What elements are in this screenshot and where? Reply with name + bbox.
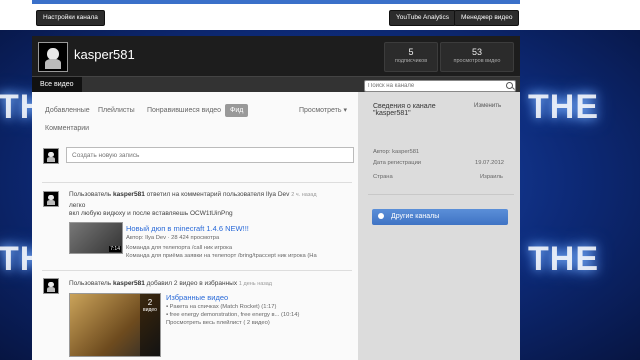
channel-search bbox=[364, 80, 516, 92]
favorites-item-2[interactable]: ▪ free energy demonstration, free energy… bbox=[166, 312, 299, 318]
subscribers-count: 5 bbox=[408, 47, 414, 57]
feed-divider-2 bbox=[42, 270, 352, 271]
channel-settings-button[interactable]: Настройки канала bbox=[36, 10, 105, 26]
video-manager-button[interactable]: Менеджер видео bbox=[454, 10, 520, 26]
feed-item-1-video-desc2: Команда для приёма заявки на телепорт /b… bbox=[126, 253, 317, 259]
plus-circle-icon bbox=[378, 213, 384, 220]
feed-item-2-avatar bbox=[43, 278, 59, 294]
top-bar: Настройки канала YouTube Analytics Менед… bbox=[0, 0, 640, 30]
feed-item-2-time: 1 день назад bbox=[238, 281, 273, 287]
view-dropdown-label: Просмотреть bbox=[299, 107, 342, 114]
background-text-right-bottom: THE bbox=[528, 240, 599, 278]
views-stat[interactable]: 53 просмотров видео bbox=[440, 42, 514, 72]
playlist-count: 2 bbox=[147, 298, 153, 307]
sidebar-author: Автор: kasper581 bbox=[373, 149, 420, 155]
subscribers-label: подписчиков bbox=[394, 58, 428, 64]
playlist-count-label: видео bbox=[143, 307, 157, 313]
sidebar bbox=[358, 92, 520, 360]
sidebar-country-value: Израиль bbox=[480, 174, 503, 180]
channel-page: kasper581 5 подписчиков 53 просмотров ви… bbox=[32, 36, 520, 360]
feed-item-1-text2: вкл любую видюху и после вставляешь OCW1… bbox=[69, 210, 233, 217]
view-all-playlist-link[interactable]: Просмотреть весь плейлист ( 2 видео) bbox=[166, 320, 270, 326]
tab-feed[interactable]: Фид bbox=[225, 104, 249, 117]
feed-item-2-header: Пользователь kasper581 добавил 2 видео в… bbox=[69, 280, 272, 287]
feed-item-1-video-title[interactable]: Новый дюп в minecraft 1.4.6 NEW!!! bbox=[126, 224, 249, 233]
feed-item-1-video-meta: Автор: Ilya Dev · 28 424 просмотра bbox=[126, 235, 220, 241]
views-count: 53 bbox=[471, 47, 482, 57]
feed-item-1-header: Пользователь kasper581 ответил на коммен… bbox=[69, 191, 317, 198]
feed-item-1-prefix: Пользователь bbox=[69, 191, 112, 198]
sidebar-edit-link[interactable]: Изменить bbox=[474, 103, 501, 109]
feed-item-1-video-desc1: Команда для телепорта /call ник игрока bbox=[126, 245, 233, 251]
feed-item-1-avatar bbox=[43, 191, 59, 207]
favorites-item-1[interactable]: ▪ Ракета на спичках (Match Rocket) (1:17… bbox=[166, 304, 276, 310]
feed-item-1-time: 2 ч. назад bbox=[291, 192, 317, 198]
favorites-list-title[interactable]: Избранные видео bbox=[166, 293, 228, 302]
channel-search-input[interactable] bbox=[365, 81, 506, 91]
search-icon[interactable] bbox=[506, 82, 513, 89]
top-accent-line bbox=[32, 0, 520, 4]
youtube-analytics-button[interactable]: YouTube Analytics bbox=[389, 10, 456, 26]
views-label: просмотров видео bbox=[453, 58, 501, 64]
playlist-count-badge: 2 видео bbox=[140, 294, 160, 356]
channel-header: kasper581 5 подписчиков 53 просмотров ви… bbox=[32, 36, 520, 76]
post-avatar bbox=[43, 148, 59, 164]
channel-name[interactable]: kasper581 bbox=[74, 47, 135, 62]
other-channels-button[interactable]: Другие каналы bbox=[372, 209, 508, 225]
new-post-box bbox=[66, 147, 363, 163]
tab-liked[interactable]: Понравившиеся видео bbox=[147, 107, 221, 114]
feed-item-2-user[interactable]: kasper581 bbox=[113, 280, 145, 287]
feed-item-1-user[interactable]: kasper581 bbox=[113, 191, 145, 198]
channel-avatar[interactable] bbox=[38, 42, 68, 72]
sidebar-reg-label: Дата регистрации bbox=[373, 160, 422, 166]
view-dropdown[interactable]: Просмотреть ▾ bbox=[299, 106, 347, 114]
feed-item-1-text1: легко bbox=[69, 202, 86, 209]
sidebar-reg-value: 19.07.2012 bbox=[475, 160, 505, 166]
feed-item-1-thumbnail[interactable]: 7:14 bbox=[69, 222, 123, 254]
other-channels-label: Другие каналы bbox=[390, 213, 440, 220]
background-text-right-top: THE bbox=[528, 88, 599, 126]
sidebar-country-label: Страна bbox=[373, 174, 393, 180]
channel-nav: Все видео bbox=[32, 76, 520, 93]
chevron-down-icon: ▾ bbox=[343, 107, 347, 114]
feed-item-2-action: добавил 2 видео в избранных bbox=[146, 280, 238, 287]
feed-item-2-prefix: Пользователь bbox=[69, 280, 112, 287]
feed-item-1-action: ответил на комментарий пользователя Ilya… bbox=[146, 191, 290, 198]
feed-item-2-thumbnail[interactable]: 2 видео bbox=[69, 293, 161, 357]
tab-added[interactable]: Добавленные bbox=[45, 107, 90, 114]
subscribers-stat[interactable]: 5 подписчиков bbox=[384, 42, 438, 72]
tab-comments[interactable]: Комментарии bbox=[45, 125, 89, 132]
sidebar-title: Сведения о канале "kasper581" bbox=[373, 103, 436, 117]
tab-all-videos[interactable]: Все видео bbox=[32, 77, 82, 93]
main-content: Добавленные Плейлисты Понравившиеся виде… bbox=[32, 92, 363, 360]
tab-playlists[interactable]: Плейлисты bbox=[98, 107, 135, 114]
feed-divider-1 bbox=[42, 182, 352, 183]
new-post-input[interactable] bbox=[67, 148, 363, 162]
feed-item-1-duration: 7:14 bbox=[109, 246, 121, 252]
sidebar-divider bbox=[368, 194, 514, 195]
